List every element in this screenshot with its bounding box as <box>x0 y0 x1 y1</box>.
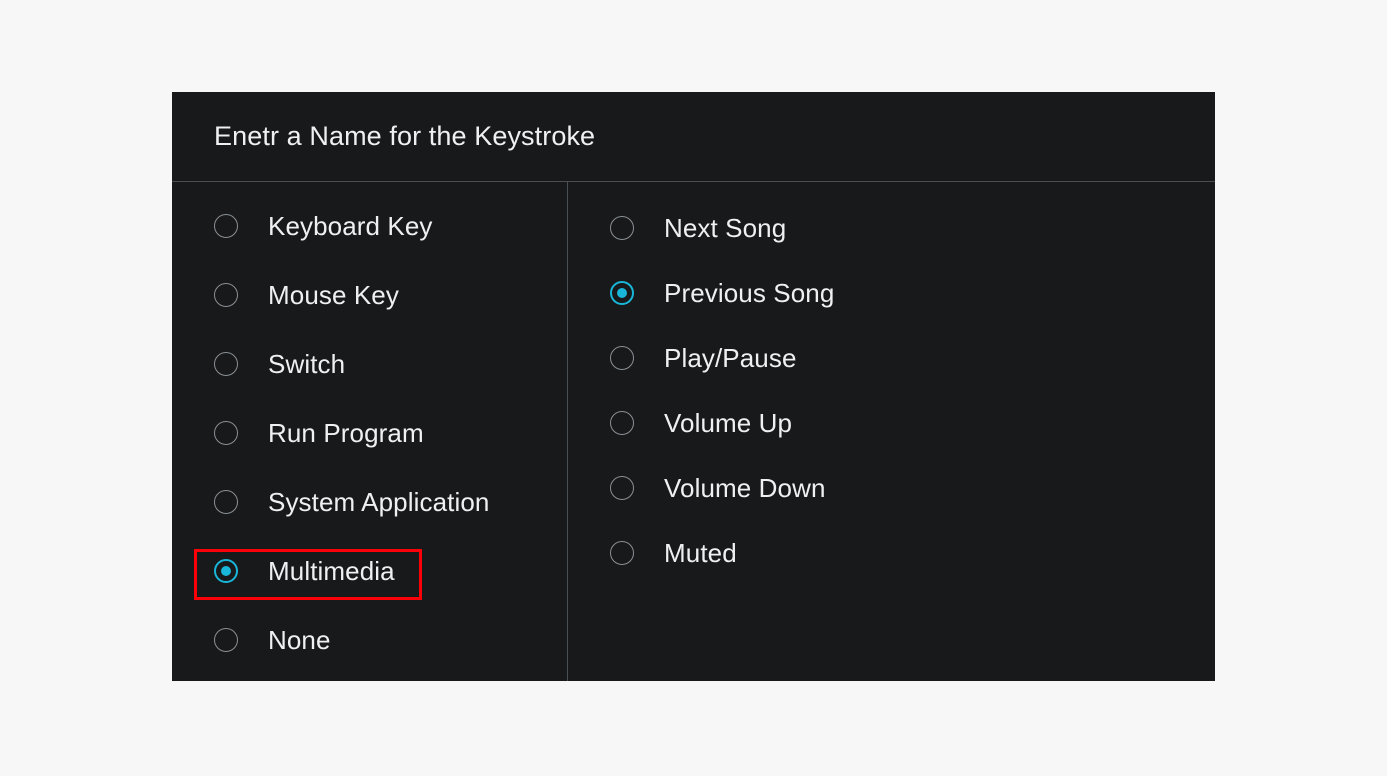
radio-dot <box>221 290 231 300</box>
radio-unselected-icon[interactable] <box>214 420 238 445</box>
radio-dot <box>617 548 627 558</box>
radio-option-switch[interactable]: Switch <box>214 329 567 398</box>
keystroke-dialog: Enetr a Name for the Keystroke Keyboard … <box>172 92 1215 681</box>
radio-unselected-icon[interactable] <box>610 345 634 370</box>
radio-label: None <box>268 624 331 655</box>
radio-label: Keyboard Key <box>268 210 433 241</box>
radio-label: Switch <box>268 348 346 379</box>
keystroke-type-radio-group: Keyboard Key Mouse Key Switch Run Program Sy… <box>172 182 567 681</box>
radio-label: Previous Song <box>664 277 835 308</box>
multimedia-action-radio-group: Next Song Previous Song Play/Pause Volume U… <box>567 182 1215 681</box>
radio-option-volume-up[interactable]: Volume Up <box>610 390 1215 455</box>
radio-unselected-icon[interactable] <box>610 540 634 565</box>
radio-unselected-icon[interactable] <box>214 627 238 652</box>
radio-selected-icon[interactable] <box>610 280 634 305</box>
radio-dot <box>617 287 627 298</box>
radio-unselected-icon[interactable] <box>610 215 634 240</box>
radio-unselected-icon[interactable] <box>214 282 238 307</box>
radio-option-play-pause[interactable]: Play/Pause <box>610 325 1215 390</box>
dialog-body: Keyboard Key Mouse Key Switch Run Program Sy… <box>172 182 1215 681</box>
radio-label: Mouse Key <box>268 279 399 310</box>
radio-option-none[interactable]: None <box>214 605 567 674</box>
radio-dot <box>617 483 627 493</box>
radio-unselected-icon[interactable] <box>214 213 238 238</box>
dialog-title: Enetr a Name for the Keystroke <box>214 121 596 151</box>
radio-label: Play/Pause <box>664 342 797 373</box>
radio-label: Muted <box>664 537 737 568</box>
dialog-header: Enetr a Name for the Keystroke <box>172 92 1215 182</box>
radio-selected-icon[interactable] <box>214 558 238 583</box>
radio-option-multimedia[interactable]: Multimedia <box>214 536 567 605</box>
radio-unselected-icon[interactable] <box>610 475 634 500</box>
radio-option-previous-song[interactable]: Previous Song <box>610 260 1215 325</box>
radio-dot <box>221 221 231 231</box>
radio-label: Run Program <box>268 417 424 448</box>
radio-unselected-icon[interactable] <box>214 351 238 376</box>
radio-option-system-application[interactable]: System Application <box>214 467 567 536</box>
radio-unselected-icon[interactable] <box>214 489 238 514</box>
radio-dot <box>221 359 231 369</box>
radio-unselected-icon[interactable] <box>610 410 634 435</box>
radio-dot <box>617 353 627 363</box>
radio-label: Next Song <box>664 212 787 243</box>
radio-option-run-program[interactable]: Run Program <box>214 398 567 467</box>
radio-dot <box>221 635 231 645</box>
radio-option-mouse-key[interactable]: Mouse Key <box>214 260 567 329</box>
radio-dot <box>221 428 231 438</box>
radio-label: Volume Down <box>664 472 826 503</box>
radio-label: System Application <box>268 486 490 517</box>
radio-dot <box>221 565 231 576</box>
radio-dot <box>617 223 627 233</box>
radio-option-next-song[interactable]: Next Song <box>610 195 1215 260</box>
radio-option-volume-down[interactable]: Volume Down <box>610 455 1215 520</box>
radio-dot <box>617 418 627 428</box>
radio-dot <box>221 497 231 507</box>
radio-option-keyboard-key[interactable]: Keyboard Key <box>214 191 567 260</box>
radio-label: Multimedia <box>268 555 395 586</box>
radio-option-muted[interactable]: Muted <box>610 520 1215 585</box>
radio-label: Volume Up <box>664 407 793 438</box>
